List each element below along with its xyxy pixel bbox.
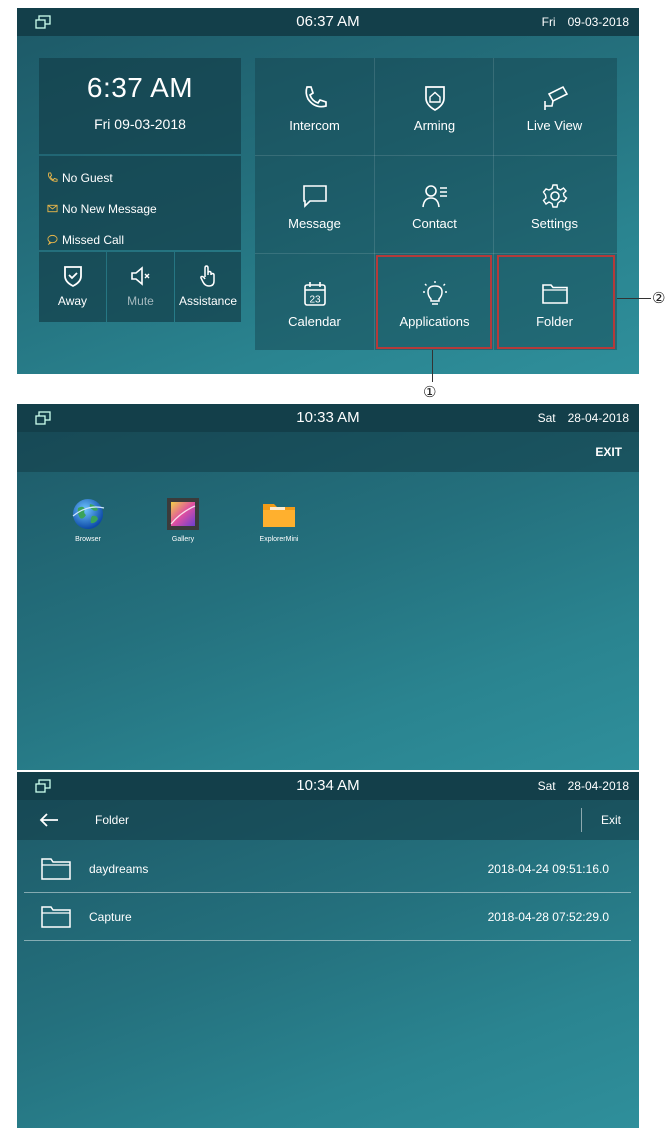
callout-line-2 [617, 298, 651, 299]
clock-date: Fri 09-03-2018 [94, 116, 186, 132]
folder-screen: 10:34 AM Sat 28-04-2018 Folder Exit daydr… [17, 772, 639, 1128]
tile-message[interactable]: Message [255, 156, 374, 252]
gear-icon [542, 184, 567, 208]
status-bar: 10:34 AM Sat 28-04-2018 [17, 772, 639, 800]
status-date: Fri 09-03-2018 [541, 15, 629, 29]
phone-icon [304, 86, 327, 108]
app-browser[interactable]: Browser [58, 496, 118, 543]
status-date: Sat 28-04-2018 [537, 411, 629, 425]
divider [581, 808, 582, 832]
page-title: Folder [95, 813, 130, 827]
hand-tap-icon [200, 265, 215, 287]
message-row[interactable]: No New Message [39, 193, 241, 224]
gallery-icon [167, 498, 199, 530]
contact-icon [421, 185, 447, 208]
app-gallery[interactable]: Gallery [153, 496, 213, 543]
tile-live-view[interactable]: Live View [495, 58, 614, 154]
folder-icon [263, 504, 295, 527]
phone-icon [48, 172, 58, 182]
camera-icon [543, 85, 568, 110]
no-guest-row[interactable]: No Guest [39, 162, 241, 193]
callout-1: ① [423, 384, 437, 401]
folder-icon [41, 858, 71, 880]
away-button[interactable]: Away [39, 252, 106, 322]
list-item[interactable]: daydreams 2018-04-24 09:51:16.0 [24, 845, 631, 893]
folder-name: Capture [89, 910, 132, 924]
folder-icon [41, 906, 71, 928]
callout-2: ② [652, 290, 666, 307]
globe-icon [72, 499, 105, 529]
callout-line-1 [432, 350, 433, 382]
calendar-icon: 23 [303, 282, 326, 306]
tile-contact[interactable]: Contact [375, 156, 494, 252]
clock-widget: 6:37 AM Fri 09-03-2018 [39, 58, 241, 154]
assistance-button[interactable]: Assistance [175, 252, 241, 322]
tile-intercom[interactable]: Intercom [255, 58, 374, 154]
svg-text:23: 23 [309, 295, 321, 306]
chat-icon [47, 234, 58, 245]
clock-time: 6:37 AM [86, 72, 194, 103]
folder-name: daydreams [89, 862, 149, 876]
folder-topbar: Folder Exit [17, 800, 639, 840]
folder-date: 2018-04-28 07:52:29.0 [487, 910, 609, 924]
mail-icon [47, 204, 58, 213]
status-date: Sat 28-04-2018 [537, 779, 629, 793]
back-arrow-icon[interactable] [39, 811, 59, 829]
notification-panel: No Guest No New Message Missed Call [39, 156, 241, 250]
folder-date: 2018-04-24 09:51:16.0 [487, 862, 609, 876]
speaker-mute-icon [130, 266, 149, 286]
tile-settings[interactable]: Settings [495, 156, 614, 252]
highlight-applications [376, 255, 492, 349]
missed-call-row[interactable]: Missed Call [39, 224, 241, 255]
exit-button[interactable]: Exit [601, 800, 621, 840]
app-topbar: EXIT [17, 432, 639, 472]
home-screen: 06:37 AM Fri 09-03-2018 6:37 AM Fri 09-03… [17, 8, 639, 374]
tile-arming[interactable]: Arming [375, 58, 494, 154]
message-icon [302, 185, 327, 208]
mute-button[interactable]: Mute [107, 252, 174, 322]
applications-screen: 10:33 AM Sat 28-04-2018 EXIT Browser Gall… [17, 404, 639, 770]
exit-button[interactable]: EXIT [595, 432, 622, 472]
status-bar: 06:37 AM Fri 09-03-2018 [17, 8, 639, 36]
shield-check-icon [63, 266, 82, 288]
status-bar: 10:33 AM Sat 28-04-2018 [17, 404, 639, 432]
app-explorermini[interactable]: ExplorerMini [249, 496, 309, 543]
tile-calendar[interactable]: 23 Calendar [255, 254, 374, 350]
list-item[interactable]: Capture 2018-04-28 07:52:29.0 [24, 893, 631, 941]
app-grid: Intercom Arming Live View Message Contac… [255, 58, 617, 350]
highlight-folder [497, 255, 615, 349]
shield-home-icon [424, 86, 445, 111]
